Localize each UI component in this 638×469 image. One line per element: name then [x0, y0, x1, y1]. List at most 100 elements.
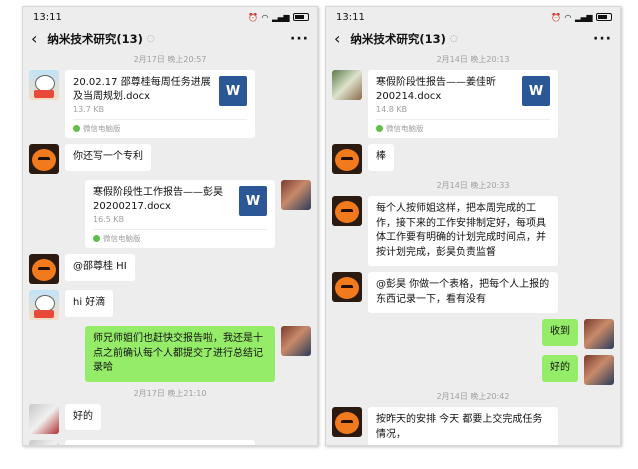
- avatar[interactable]: [332, 70, 362, 100]
- message-bubble[interactable]: 师兄师姐们也赶快交报告啦，我还是十点之前确认每个人都提交了进行总结记录哈: [85, 326, 275, 382]
- message-bubble[interactable]: 棒: [368, 144, 394, 171]
- file-source: 微信电脑版: [93, 229, 267, 244]
- file-card[interactable]: 寒假阶段性报告——姜佳昕 200214.docx 14.8 KB W 微信电脑版: [368, 70, 558, 138]
- message-row: hi 好滴: [29, 290, 311, 320]
- word-doc-icon: W: [219, 446, 247, 447]
- chat-screen-left: 13:11 ⏰ ◠ ▂▄▆ ‹ 纳米技术研究(13) ◌ ··· 2月17日 晚…: [22, 6, 318, 446]
- wechat-pc-icon: [93, 235, 100, 242]
- file-source: 微信电脑版: [376, 119, 550, 134]
- file-name: 张心怡寒假汇报—20200217.docx: [73, 446, 213, 447]
- message-bubble[interactable]: 收到: [542, 319, 578, 346]
- file-card-body: 寒假阶段性报告——姜佳昕 200214.docx 14.8 KB W: [376, 76, 550, 114]
- message-row: @邵尊桂 HI: [29, 254, 311, 284]
- battery-icon: [293, 13, 309, 21]
- file-info: 20.02.17 邵尊桂每周任务进展及当周规划.docx 13.7 KB: [73, 76, 213, 114]
- message-row: 好的: [332, 355, 614, 385]
- message-row: 按昨天的安排 今天 都要上交完成任务情况，: [332, 407, 614, 445]
- file-info: 张心怡寒假汇报—20200217.docx: [73, 446, 213, 447]
- message-bubble[interactable]: 每个人按师姐这样，把本周完成的工作，接下来的工作安排制定好，每项具体工作要有明确…: [368, 196, 558, 266]
- message-list[interactable]: 2月17日 晚上20:57 20.02.17 邵尊桂每周任务进展及当周规划.doc…: [23, 51, 317, 445]
- file-source-label: 微信电脑版: [386, 124, 424, 133]
- message-bubble[interactable]: 你还写一个专利: [65, 144, 151, 171]
- timestamp: 2月17日 晚上20:57: [133, 55, 207, 64]
- chat-screen-right: 13:11 ⏰ ◠ ▂▄▆ ‹ 纳米技术研究(13) ◌ ··· 2月14日 晚…: [325, 6, 621, 446]
- back-arrow-icon[interactable]: ‹: [334, 31, 340, 47]
- avatar[interactable]: [29, 254, 59, 284]
- chat-header: ‹ 纳米技术研究(13) ◌ ···: [326, 27, 620, 51]
- status-time: 13:11: [33, 11, 62, 23]
- avatar[interactable]: [584, 319, 614, 349]
- signal-icon: ▂▄▆: [272, 12, 289, 22]
- avatar[interactable]: [29, 403, 59, 434]
- chat-title: 纳米技术研究(13): [350, 32, 446, 46]
- wifi-icon: ◠: [564, 12, 572, 22]
- avatar[interactable]: [332, 144, 362, 174]
- file-source: 微信电脑版: [73, 119, 247, 134]
- message-row: 好的: [29, 403, 311, 434]
- file-source-label: 微信电脑版: [83, 124, 121, 133]
- message-row: 20.02.17 邵尊桂每周任务进展及当周规划.docx 13.7 KB W 微信电脑…: [29, 70, 311, 138]
- back-arrow-icon[interactable]: ‹: [31, 31, 37, 47]
- more-options-icon[interactable]: ···: [593, 31, 612, 47]
- file-card[interactable]: 20.02.17 邵尊桂每周任务进展及当周规划.docx 13.7 KB W 微信电脑…: [65, 70, 255, 138]
- message-bubble[interactable]: 好的: [65, 403, 101, 430]
- avatar[interactable]: [584, 355, 614, 385]
- avatar[interactable]: [332, 407, 362, 437]
- timestamp: 2月14日 晚上20:33: [436, 181, 510, 190]
- message-bubble[interactable]: 按昨天的安排 今天 都要上交完成任务情况，: [368, 407, 558, 445]
- word-doc-icon: W: [239, 186, 267, 216]
- status-icons: ⏰ ◠ ▂▄▆: [551, 13, 612, 22]
- word-doc-icon: W: [219, 76, 247, 106]
- message-row: 师兄师姐们也赶快交报告啦，我还是十点之前确认每个人都提交了进行总结记录哈: [29, 326, 311, 382]
- message-row: 收到: [332, 319, 614, 349]
- message-bubble[interactable]: hi 好滴: [65, 290, 114, 317]
- file-card[interactable]: 张心怡寒假汇报—20200217.docx W: [65, 439, 255, 447]
- file-name: 寒假阶段性报告——姜佳昕 200214.docx: [376, 77, 496, 102]
- message-bubble[interactable]: 好的: [542, 355, 578, 382]
- battery-icon: [596, 13, 612, 21]
- avatar[interactable]: [281, 180, 311, 210]
- message-bubble[interactable]: @邵尊桂 HI: [65, 254, 135, 281]
- timestamp: 2月14日 晚上20:42: [436, 392, 510, 401]
- message-row: 寒假阶段性报告——姜佳昕 200214.docx 14.8 KB W 微信电脑版: [332, 70, 614, 138]
- timestamp: 2月17日 晚上21:10: [133, 388, 207, 398]
- message-bubble[interactable]: @彭昊 你做一个表格，把每个人上报的东西记录一下，看有没有: [368, 272, 558, 313]
- mute-icon: ◌: [146, 34, 155, 44]
- avatar[interactable]: [29, 70, 59, 100]
- message-row: 每个人按师姐这样，把本周完成的工作，接下来的工作安排制定好，每项具体工作要有明确…: [332, 196, 614, 266]
- avatar[interactable]: [332, 196, 362, 226]
- wechat-pc-icon: [376, 125, 383, 132]
- chat-title: 纳米技术研究(13): [47, 32, 143, 46]
- status-bar: 13:11 ⏰ ◠ ▂▄▆: [326, 7, 620, 27]
- mute-icon: ◌: [449, 34, 458, 44]
- avatar[interactable]: [281, 326, 311, 356]
- file-size: 14.8 KB: [376, 105, 408, 114]
- status-time: 13:11: [336, 11, 365, 23]
- avatar[interactable]: [29, 144, 59, 174]
- file-card-body: 张心怡寒假汇报—20200217.docx W: [73, 446, 247, 447]
- avatar[interactable]: [29, 290, 59, 320]
- more-options-icon[interactable]: ···: [290, 31, 309, 47]
- chat-header: ‹ 纳米技术研究(13) ◌ ···: [23, 27, 317, 51]
- message-list[interactable]: 2月14日 晚上20:13 寒假阶段性报告——姜佳昕 200214.docx 14.…: [326, 51, 620, 445]
- file-source-label: 微信电脑版: [103, 234, 141, 243]
- message-row: 你还写一个专利: [29, 144, 311, 174]
- timestamp: 2月14日 晚上20:13: [436, 55, 510, 64]
- signal-icon: ▂▄▆: [575, 12, 592, 22]
- message-row: 张心怡寒假汇报—20200217.docx W: [29, 439, 311, 447]
- alarm-icon: ⏰: [248, 12, 258, 22]
- alarm-icon: ⏰: [551, 12, 561, 22]
- avatar[interactable]: [29, 439, 59, 445]
- avatar[interactable]: [332, 272, 362, 302]
- file-name: 20.02.17 邵尊桂每周任务进展及当周规划.docx: [73, 77, 211, 102]
- wechat-pc-icon: [73, 125, 80, 132]
- status-bar: 13:11 ⏰ ◠ ▂▄▆: [23, 7, 317, 27]
- file-info: 寒假阶段性工作报告——彭昊 20200217.docx 16.5 KB: [93, 186, 233, 224]
- wifi-icon: ◠: [261, 12, 269, 22]
- message-row: @彭昊 你做一个表格，把每个人上报的东西记录一下，看有没有: [332, 272, 614, 313]
- file-card-body: 寒假阶段性工作报告——彭昊 20200217.docx 16.5 KB W: [93, 186, 267, 224]
- file-card[interactable]: 寒假阶段性工作报告——彭昊 20200217.docx 16.5 KB W 微信电脑版: [85, 180, 275, 248]
- message-row: 棒: [332, 144, 614, 174]
- file-size: 16.5 KB: [93, 215, 125, 224]
- file-info: 寒假阶段性报告——姜佳昕 200214.docx 14.8 KB: [376, 76, 516, 114]
